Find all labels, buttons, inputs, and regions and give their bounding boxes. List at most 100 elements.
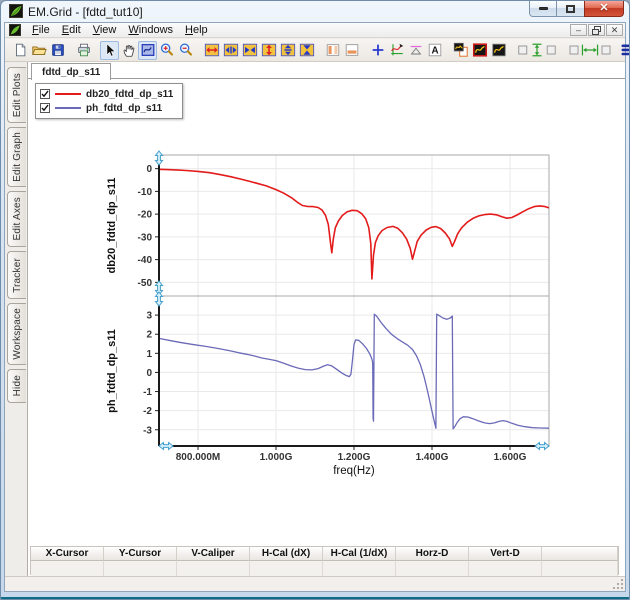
mdi-minimize-button[interactable]: – <box>570 24 587 36</box>
graph-red-frame-icon <box>472 42 488 58</box>
zoom-in-icon <box>159 42 175 58</box>
mdi-restore-button[interactable] <box>588 24 605 36</box>
crosshair-icon <box>370 42 386 58</box>
split-columns-button[interactable] <box>323 41 342 60</box>
menu-windows[interactable]: Windows <box>122 23 179 38</box>
menu-file[interactable]: File <box>26 23 56 38</box>
new-document-button[interactable] <box>10 41 29 60</box>
plot-tab-fdtd-dp-s11[interactable]: fdtd_dp_s11 <box>31 63 111 80</box>
resize-grip[interactable] <box>612 578 624 590</box>
vertical-autofit-group[interactable] <box>515 41 559 60</box>
sidebar-tab-label: Tracker <box>12 258 23 293</box>
x-axis-scale-handle[interactable] <box>535 443 549 450</box>
svg-text:1.000G: 1.000G <box>260 452 293 463</box>
cursor-readout-table: X-Cursor Y-Cursor V-Caliper H-Cal (dX) H… <box>30 546 619 575</box>
graph-style-active-button[interactable] <box>470 41 489 60</box>
sidebar-tab-edit-graph[interactable]: Edit Graph <box>7 127 26 187</box>
save-icon <box>50 42 66 58</box>
compress-x-blue-icon <box>242 42 258 58</box>
layout-button[interactable]: Layout <box>621 44 630 56</box>
menu-help[interactable]: Help <box>179 23 214 38</box>
expand-y-axis-button[interactable] <box>259 41 278 60</box>
sidebar-tab-edit-axes[interactable]: Edit Axes <box>7 191 26 247</box>
split-rows-button[interactable] <box>342 41 361 60</box>
expand-x-red-icon <box>204 42 220 58</box>
stretch-x-blue-icon <box>223 42 239 58</box>
tracker-tool-button[interactable] <box>387 41 406 60</box>
menu-bar: File Edit View Windows Help – ✕ <box>5 23 625 38</box>
minimize-button[interactable] <box>529 1 557 17</box>
sidebar-tab-hide[interactable]: Hide <box>7 369 26 403</box>
legend-swatch-1 <box>55 107 81 109</box>
sidebar-tab-workspace[interactable]: Workspace <box>7 303 26 365</box>
svg-text:1.600G: 1.600G <box>494 452 527 463</box>
vertical-autofit-icon <box>517 42 557 58</box>
check-icon <box>41 104 49 112</box>
text-annotation-button[interactable]: A <box>425 41 444 60</box>
cursor-value-cell <box>396 561 469 576</box>
minimize-icon <box>539 7 548 10</box>
print-icon <box>76 42 92 58</box>
svg-text:800.000M: 800.000M <box>176 452 220 463</box>
zoom-out-button[interactable] <box>176 41 195 60</box>
cursor-col-header: V-Caliper <box>177 547 250 561</box>
mdi-close-button[interactable]: ✕ <box>606 24 623 36</box>
stretch-x-axis-button[interactable] <box>221 41 240 60</box>
select-tool-button[interactable] <box>100 41 119 60</box>
zoom-in-button[interactable] <box>157 41 176 60</box>
cursor-col-header: X-Cursor <box>31 547 104 561</box>
new-graph-page-icon <box>453 42 469 58</box>
save-button[interactable] <box>48 41 67 60</box>
menu-edit[interactable]: Edit <box>56 23 87 38</box>
maximize-icon <box>566 5 575 13</box>
plot-tab-row: fdtd_dp_s11 <box>28 62 625 79</box>
legend-checkbox-0[interactable] <box>40 89 50 99</box>
plot-tab-label: fdtd_dp_s11 <box>42 67 100 78</box>
plot-canvas[interactable]: 0-10-20-30-40-50db20_fdtd_dp_s113210-1-2… <box>98 141 578 491</box>
sidebar-tab-edit-plots[interactable]: Edit Plots <box>7 67 26 123</box>
cursor-value-cell <box>323 561 396 576</box>
split-columns-icon <box>325 42 341 58</box>
horizontal-autofit-group[interactable] <box>566 41 614 60</box>
cursor-value-cell <box>250 561 323 576</box>
zoom-out-icon <box>178 42 194 58</box>
caliper-tool-button[interactable] <box>406 41 425 60</box>
sidebar-tab-tracker[interactable]: Tracker <box>7 251 26 299</box>
crosshair-cursor-button[interactable] <box>368 41 387 60</box>
maximize-button[interactable] <box>557 1 584 17</box>
stretch-y-axis-button[interactable] <box>278 41 297 60</box>
graph-style-button[interactable] <box>489 41 508 60</box>
svg-text:3: 3 <box>146 311 152 322</box>
app-logo-icon <box>9 4 23 18</box>
svg-text:1.200G: 1.200G <box>338 452 371 463</box>
pan-hand-icon <box>121 42 137 58</box>
menu-view[interactable]: View <box>87 23 123 38</box>
new-graph-page-button[interactable] <box>451 41 470 60</box>
print-button[interactable] <box>74 41 93 60</box>
legend-checkbox-1[interactable] <box>40 103 50 113</box>
x-axis-scale-handle[interactable] <box>159 443 173 450</box>
zoom-region-button[interactable] <box>138 41 157 60</box>
cursor-col-header: H-Cal (dX) <box>250 547 323 561</box>
graph-icon <box>491 42 507 58</box>
close-button[interactable]: ✕ <box>584 1 624 17</box>
compress-y-axis-button[interactable] <box>297 41 316 60</box>
svg-text:0: 0 <box>146 368 152 379</box>
open-file-button[interactable] <box>29 41 48 60</box>
y-axis-scale-handle[interactable] <box>156 292 163 306</box>
mdi-window-buttons: – ✕ <box>570 24 625 36</box>
left-sidebar: Edit Plots Edit Graph Edit Axes Tracker … <box>5 62 27 576</box>
svg-text:2: 2 <box>146 330 152 341</box>
sidebar-tab-label: Hide <box>12 375 23 396</box>
text-icon: A <box>427 42 443 58</box>
cursor-col-header: H-Cal (1/dX) <box>323 547 396 561</box>
legend-label: db20_fdtd_dp_s11 <box>86 89 173 100</box>
open-folder-icon <box>31 42 47 58</box>
y-axis-scale-handle[interactable] <box>156 151 163 165</box>
compress-x-axis-button[interactable] <box>240 41 259 60</box>
pan-tool-button[interactable] <box>119 41 138 60</box>
compress-y-blue-icon <box>299 42 315 58</box>
plot-legend: db20_fdtd_dp_s11 ph_fdtd_dp_s11 <box>35 83 183 119</box>
cursor-value-cell <box>31 561 104 576</box>
expand-x-axis-button[interactable] <box>202 41 221 60</box>
